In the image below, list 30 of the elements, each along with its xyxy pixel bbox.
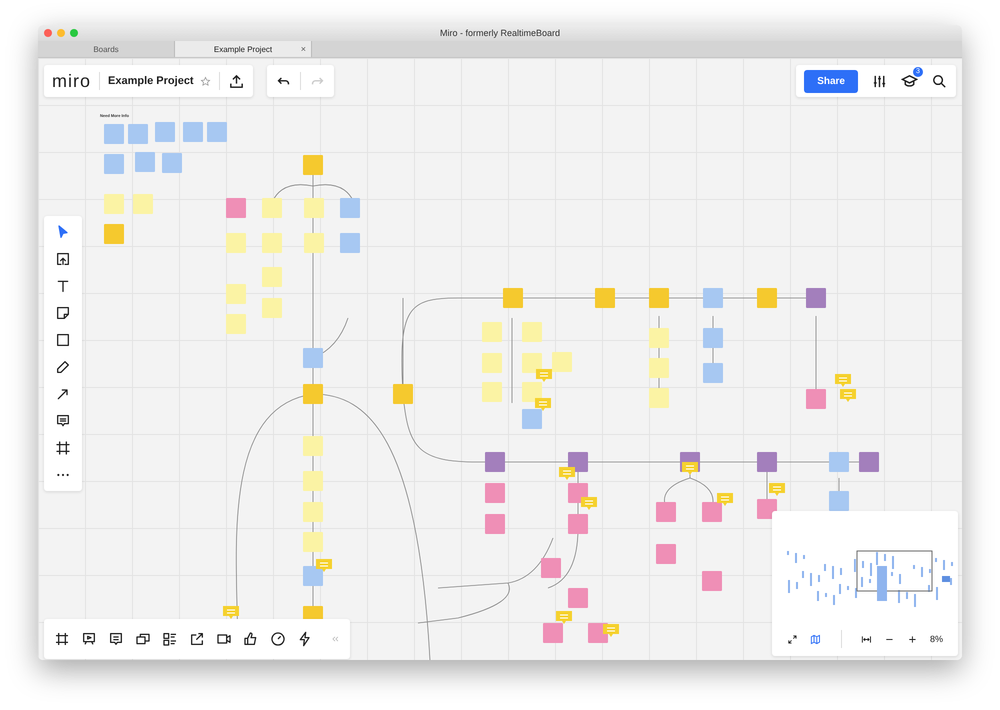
frame-icon[interactable] — [55, 440, 71, 456]
timer-icon[interactable] — [270, 631, 286, 647]
tab-label: Boards — [93, 44, 119, 54]
upload-icon[interactable] — [55, 251, 71, 267]
tab-label: Example Project — [214, 44, 272, 54]
search-icon[interactable] — [931, 72, 948, 90]
sticky-note-icon[interactable] — [55, 305, 71, 321]
thumbs-up-icon[interactable] — [243, 631, 259, 647]
comment-icon[interactable] — [108, 631, 124, 647]
square-icon[interactable] — [55, 332, 71, 348]
tab[interactable]: Example Project × — [175, 41, 312, 57]
fullscreen-icon[interactable] — [787, 632, 798, 646]
pen-icon[interactable] — [55, 359, 71, 375]
close-tab-button[interactable]: × — [300, 44, 306, 54]
screens-icon[interactable] — [135, 631, 151, 647]
frame-icon[interactable] — [54, 631, 70, 647]
export-icon[interactable] — [189, 631, 205, 647]
board-name[interactable]: Example Project — [108, 75, 194, 87]
zoom-level: 8% — [930, 634, 943, 644]
graduation-cap-icon[interactable] — [901, 72, 918, 90]
share-button[interactable]: Share — [804, 70, 858, 92]
text-tool-icon[interactable] — [55, 278, 71, 294]
presentation-icon[interactable] — [81, 631, 97, 647]
cards-icon[interactable] — [162, 631, 178, 647]
star-icon[interactable] — [200, 76, 211, 86]
upload-icon[interactable] — [228, 72, 245, 90]
map-icon[interactable] — [810, 632, 821, 646]
comment-icon[interactable] — [55, 413, 71, 429]
window-title: Miro - formerly RealtimeBoard — [440, 28, 560, 38]
logo[interactable]: miro — [52, 70, 91, 92]
